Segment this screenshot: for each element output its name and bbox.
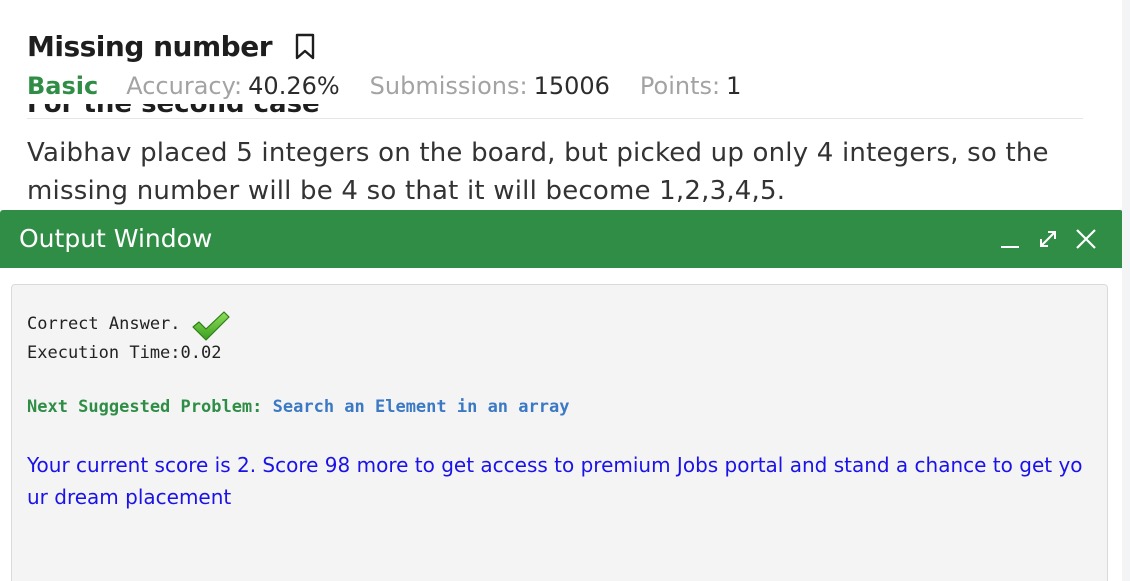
- output-console: Correct Answer. Execution Time:0.02 Next…: [11, 284, 1108, 581]
- accuracy-value: 40.26%: [248, 72, 340, 100]
- problem-title: Missing number: [27, 30, 273, 63]
- submissions-value: 15006: [533, 72, 610, 100]
- output-window: Output Window Correct Answer. Execution …: [0, 210, 1123, 581]
- next-problem-label: Next Suggested Problem:: [27, 397, 273, 417]
- points-label: Points:: [639, 72, 721, 100]
- scrollbar[interactable]: [1122, 0, 1130, 581]
- problem-header: Missing number Basic Accuracy: 40.26% Su…: [0, 0, 1122, 120]
- result-status: Correct Answer.: [27, 314, 181, 334]
- execution-time: Execution Time:0.02: [27, 343, 222, 363]
- page: Vaibhav placed 5 integers on the board, …: [0, 0, 1130, 581]
- checkmark-icon: [191, 309, 231, 343]
- accuracy-label: Accuracy:: [126, 72, 243, 100]
- result-line: Correct Answer.: [27, 307, 231, 341]
- minimize-icon[interactable]: [997, 226, 1023, 252]
- expand-icon[interactable]: [1035, 226, 1061, 252]
- close-icon[interactable]: [1073, 226, 1099, 252]
- output-window-header: Output Window: [0, 210, 1123, 268]
- score-message: Your current score is 2. Score 98 more t…: [27, 453, 1083, 509]
- bookmark-icon[interactable]: [294, 33, 316, 61]
- next-problem-link[interactable]: Search an Element in an array: [273, 397, 570, 417]
- section-heading-overlay: For the second case: [27, 104, 320, 122]
- title-row: Missing number: [27, 30, 316, 63]
- problem-description: Vaibhav placed 5 integers on the board, …: [27, 138, 1049, 206]
- output-window-title: Output Window: [19, 224, 213, 253]
- submissions-label: Submissions:: [369, 72, 528, 100]
- section-heading-overlay-text: For the second case: [27, 104, 320, 119]
- problem-meta: Basic Accuracy: 40.26% Submissions: 1500…: [27, 72, 771, 100]
- points-value: 1: [726, 72, 742, 100]
- next-suggested-problem: Next Suggested Problem: Search an Elemen…: [27, 397, 569, 417]
- window-controls: [997, 226, 1099, 252]
- difficulty-badge: Basic: [27, 72, 99, 100]
